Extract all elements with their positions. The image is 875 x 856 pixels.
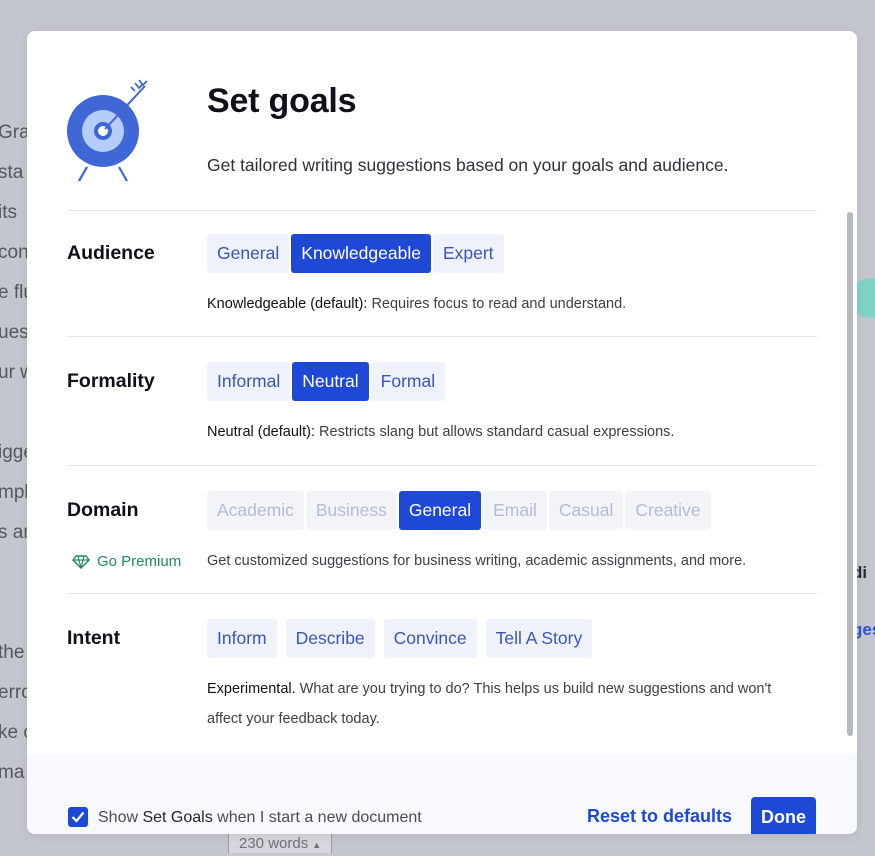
divider — [67, 593, 817, 594]
domain-selector: Academic Business General Email Casual C… — [207, 491, 711, 530]
formality-description-text: Restricts slang but allows standard casu… — [315, 424, 675, 440]
bg-text-line: mpl — [0, 482, 29, 503]
bg-text-line: con — [0, 242, 29, 263]
bg-text-line: Gra — [0, 122, 30, 143]
bg-text-line: its — [0, 202, 17, 223]
domain-description: Get customized suggestions for business … — [207, 553, 747, 569]
dialog-title: Set goals — [207, 82, 357, 120]
bg-text-line: the — [0, 642, 25, 663]
intent-label: Intent — [67, 627, 121, 649]
modal-scrollbar[interactable] — [847, 212, 853, 736]
go-premium-link[interactable]: Go Premium — [72, 553, 181, 570]
reset-to-defaults-button[interactable]: Reset to defaults — [587, 806, 732, 827]
formality-option-informal[interactable]: Informal — [207, 362, 291, 401]
formality-option-formal[interactable]: Formal — [370, 362, 446, 401]
diamond-icon — [72, 554, 90, 569]
domain-option-creative[interactable]: Creative — [625, 491, 711, 530]
domain-option-general[interactable]: General — [398, 491, 482, 530]
dialog-subtitle: Get tailored writing suggestions based o… — [207, 155, 729, 175]
domain-option-email[interactable]: Email — [483, 491, 547, 530]
bg-text-line: ues — [0, 322, 29, 343]
done-button[interactable]: Done — [751, 797, 816, 834]
audience-selector: General Knowledgeable Expert — [207, 234, 504, 273]
bg-text-line: ma — [0, 762, 25, 783]
audience-description-strong: Knowledgeable (default): — [207, 296, 368, 312]
domain-option-business[interactable]: Business — [305, 491, 397, 530]
formality-selector: Informal Neutral Formal — [207, 362, 446, 401]
checkmark-icon — [71, 811, 85, 823]
audience-option-general[interactable]: General — [207, 234, 290, 273]
formality-option-neutral[interactable]: Neutral — [292, 362, 369, 401]
go-premium-label: Go Premium — [97, 553, 182, 570]
domain-option-academic[interactable]: Academic — [207, 491, 304, 530]
domain-option-casual[interactable]: Casual — [548, 491, 624, 530]
formality-description: Neutral (default): Restricts slang but a… — [207, 424, 674, 440]
audience-label: Audience — [67, 242, 155, 264]
divider — [67, 336, 817, 337]
bg-text-line: sta — [0, 162, 24, 183]
intent-description: Experimental. What are you trying to do?… — [207, 674, 807, 734]
audience-option-knowledgeable[interactable]: Knowledgeable — [291, 234, 431, 273]
caret-up-icon: ▲ — [312, 840, 322, 850]
divider — [67, 465, 817, 466]
dialog-footer: Show Set Goals when I start a new docume… — [27, 754, 857, 834]
audience-description-text: Requires focus to read and understand. — [367, 296, 627, 312]
intent-selector: Inform Describe Convince Tell A Story — [207, 619, 593, 658]
intent-option-inform[interactable]: Inform — [207, 619, 277, 658]
audience-description: Knowledgeable (default): Requires focus … — [207, 296, 626, 312]
set-goals-dialog: Set goals Get tailored writing suggestio… — [27, 31, 857, 834]
intent-description-strong: Experimental. — [207, 681, 296, 697]
word-count-tab[interactable]: 230 words ▲ — [228, 832, 333, 853]
domain-label: Domain — [67, 499, 139, 521]
show-prefix: Show — [98, 809, 143, 826]
formality-description-strong: Neutral (default): — [207, 424, 315, 440]
intent-option-convince[interactable]: Convince — [383, 619, 477, 658]
word-count-label: 230 words — [239, 835, 309, 852]
formality-label: Formality — [67, 370, 155, 392]
show-emphasis: Set Goals — [142, 809, 213, 826]
intent-option-tell-a-story[interactable]: Tell A Story — [485, 619, 593, 658]
divider — [67, 210, 817, 211]
show-on-start-checkbox[interactable] — [68, 807, 88, 827]
audience-option-expert[interactable]: Expert — [432, 234, 504, 273]
show-on-start-label: Show Set Goals when I start a new docume… — [98, 809, 422, 827]
show-suffix: when I start a new document — [212, 809, 422, 826]
intent-option-describe[interactable]: Describe — [285, 619, 375, 658]
target-icon — [67, 79, 148, 182]
